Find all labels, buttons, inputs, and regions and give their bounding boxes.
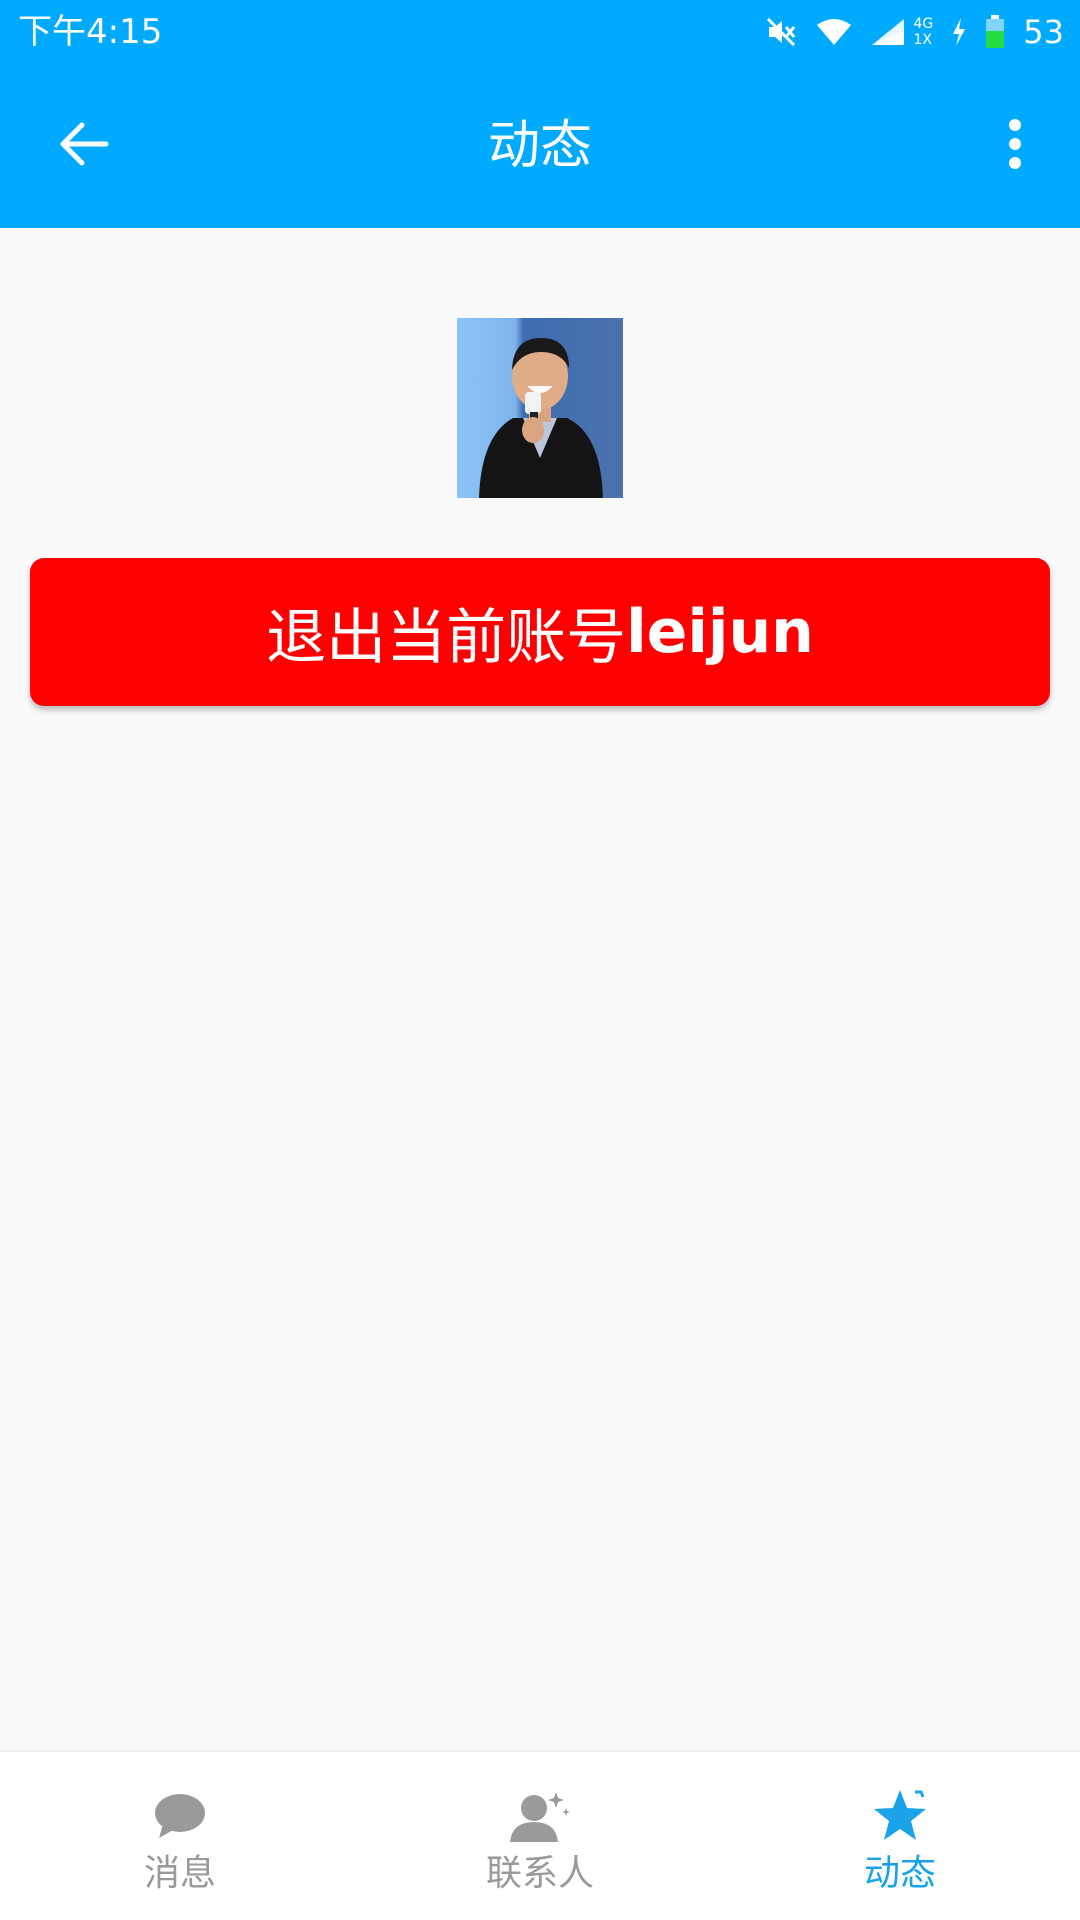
avatar[interactable] [457, 318, 623, 498]
overflow-menu-button[interactable] [990, 114, 1040, 178]
mute-icon [764, 15, 798, 49]
nav-label-messages: 消息 [143, 1853, 216, 1894]
bottom-nav: 消息 联系人 动态 [0, 1750, 1080, 1920]
status-bar: 下午4:15 4G 1X 53 [0, 0, 1080, 64]
toolbar: 动态 [0, 64, 1080, 228]
status-icons: 4G 1X 53 [764, 8, 1064, 56]
logout-label: 退出当前账号 [266, 602, 627, 673]
logout-username: leijun [626, 597, 814, 667]
battery-icon [985, 15, 1005, 49]
network-type-bottom: 1X [913, 32, 933, 48]
contacts-icon [508, 1788, 572, 1844]
charging-icon [951, 17, 967, 47]
network-type-top: 4G [913, 16, 934, 32]
page-title: 动态 [487, 116, 592, 176]
more-vert-icon [1007, 118, 1023, 174]
wifi-icon [816, 17, 852, 47]
star-icon [868, 1788, 932, 1844]
nav-label-moments: 动态 [863, 1853, 936, 1894]
profile-photo [457, 318, 623, 498]
network-type: 4G 1X [914, 16, 934, 48]
chat-bubble-icon [148, 1788, 212, 1844]
nav-item-messages[interactable]: 消息 [0, 1752, 360, 1920]
signal-icon [870, 17, 906, 47]
nav-item-moments[interactable]: 动态 [720, 1752, 1080, 1920]
screen: 下午4:15 4G 1X 53 动态 退出当前账号 leijun 消息 联系人 … [0, 0, 1080, 1920]
status-time: 下午4:15 [18, 12, 163, 52]
nav-label-contacts: 联系人 [485, 1853, 594, 1894]
nav-item-contacts[interactable]: 联系人 [360, 1752, 720, 1920]
logout-button[interactable]: 退出当前账号 leijun [30, 558, 1050, 706]
battery-percent: 53 [1023, 13, 1064, 51]
